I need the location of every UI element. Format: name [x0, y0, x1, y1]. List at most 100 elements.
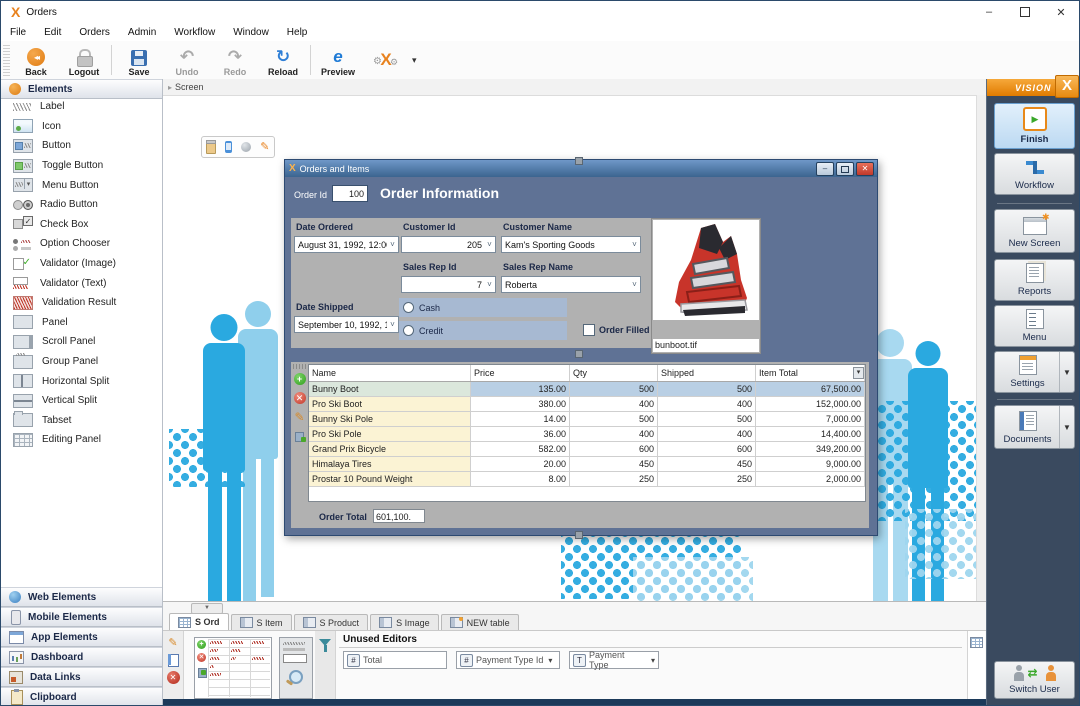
column-header-qty[interactable]: Qty [570, 365, 658, 381]
table-row[interactable]: Pro Ski Boot 380.00 400 400 152,000.00 [309, 397, 865, 412]
table-row[interactable]: Himalaya Tires 20.00 450 450 9,000.00 [309, 457, 865, 472]
minimize-icon[interactable]: – [971, 1, 1007, 23]
table-row[interactable]: Pro Ski Pole 36.00 400 400 14,400.00 [309, 427, 865, 442]
column-header-name[interactable]: Name [309, 365, 471, 381]
settings-button[interactable]: Settings ▼ [994, 351, 1075, 393]
table-row[interactable]: Bunny Ski Pole 14.00 500 500 7,000.00 [309, 412, 865, 427]
dashboard-header[interactable]: Dashboard [1, 647, 162, 667]
delete-row-icon[interactable]: ✕ [294, 392, 306, 404]
add-row-icon[interactable]: + [294, 373, 306, 385]
dialog-close-icon[interactable]: ✕ [856, 162, 874, 176]
palette-item-group-panel[interactable]: Group Panel [1, 352, 162, 372]
palette-item-validator-text[interactable]: Validator (Text) [1, 273, 162, 293]
toolbar-dropdown-caret-icon[interactable]: ▾ [412, 55, 417, 66]
selection-handle[interactable] [575, 350, 583, 358]
palette-item-radio-button[interactable]: Radio Button [1, 195, 162, 215]
order-id-field[interactable]: 100 [332, 185, 368, 202]
palette-item-label[interactable]: Label [1, 97, 162, 117]
sales-rep-id-combo[interactable]: 7˅ [401, 276, 496, 293]
palette-item-check-box[interactable]: Check Box [1, 215, 162, 235]
switch-user-button[interactable]: ⇄ Switch User [994, 661, 1075, 699]
filter-funnel-icon[interactable] [319, 639, 331, 646]
tab-s-ord[interactable]: S Ord [169, 613, 229, 630]
customer-id-combo[interactable]: 205˅ [401, 236, 496, 253]
edit-row-pencil-icon[interactable]: ✎ [294, 411, 306, 423]
paste-row-icon[interactable] [294, 430, 306, 442]
unused-editor-payment-type[interactable]: T Payment Type ▾ [569, 651, 659, 669]
new-screen-button[interactable]: New Screen [994, 209, 1075, 253]
app-elements-header[interactable]: App Elements [1, 627, 162, 647]
menu-edit[interactable]: Edit [35, 27, 70, 38]
preview-button[interactable]: e Preview [314, 41, 362, 79]
close-icon[interactable]: ✕ [1043, 1, 1079, 23]
palette-item-menu-button[interactable]: Menu Button [1, 175, 162, 195]
table-structure-thumbnail[interactable]: + ✕ [194, 637, 272, 699]
tab-s-image[interactable]: S Image [370, 614, 439, 630]
desktop-device-icon[interactable] [206, 141, 216, 154]
maximize-icon[interactable] [1007, 1, 1043, 23]
logout-button[interactable]: Logout [60, 41, 108, 79]
palette-item-tabset[interactable]: Tabset [1, 411, 162, 431]
menu-admin[interactable]: Admin [119, 27, 165, 38]
customer-name-combo[interactable]: Kam's Sporting Goods˅ [501, 236, 641, 253]
elements-panel-header[interactable]: Elements [1, 79, 162, 99]
reload-button[interactable]: ↻ Reload [259, 41, 307, 79]
data-links-header[interactable]: Data Links [1, 667, 162, 687]
palette-item-validator-image[interactable]: Validator (Image) [1, 254, 162, 274]
palette-item-scroll-panel[interactable]: Scroll Panel [1, 332, 162, 352]
undo-button[interactable]: ↶ Undo [163, 41, 211, 79]
table-row[interactable]: Grand Prix Bicycle 582.00 600 600 349,20… [309, 442, 865, 457]
reports-button[interactable]: Reports [994, 259, 1075, 301]
palette-item-button[interactable]: Button [1, 136, 162, 156]
run-app-button[interactable]: X [362, 41, 410, 79]
delete-icon[interactable]: ✕ [167, 671, 180, 684]
documents-button[interactable]: Documents ▼ [994, 405, 1075, 449]
menu-button[interactable]: Menu [994, 305, 1075, 347]
selection-handle[interactable] [575, 157, 583, 165]
table-row[interactable]: Prostar 10 Pound Weight 8.00 250 250 2,0… [309, 472, 865, 487]
date-shipped-combo[interactable]: September 10, 1992, 1˅ [294, 316, 399, 333]
menu-file[interactable]: File [1, 27, 35, 38]
vision-x-logo-icon[interactable]: X [1055, 75, 1079, 98]
edit-pencil-icon[interactable]: ✎ [166, 635, 180, 649]
save-button[interactable]: Save [115, 41, 163, 79]
column-header-price[interactable]: Price [471, 365, 570, 381]
palette-item-vertical-split[interactable]: Vertical Split [1, 391, 162, 411]
mobile-elements-header[interactable]: Mobile Elements [1, 607, 162, 627]
unused-editor-payment-type-id[interactable]: # Payment Type Id ▾ [456, 651, 560, 669]
tab-new-table[interactable]: NEW table [441, 614, 519, 630]
order-total-field[interactable]: 601,100. [373, 509, 425, 523]
web-device-icon[interactable] [241, 142, 251, 152]
edit-pencil-icon[interactable]: ✎ [260, 142, 269, 152]
column-header-shipped[interactable]: Shipped [658, 365, 756, 381]
workflow-button[interactable]: Workflow [994, 153, 1075, 195]
table-grid-icon[interactable] [970, 637, 983, 648]
menu-help[interactable]: Help [278, 27, 317, 38]
credit-radio[interactable] [403, 325, 414, 336]
palette-item-icon[interactable]: Icon [1, 117, 162, 137]
dialog-minimize-icon[interactable]: – [816, 162, 834, 176]
palette-item-validation-result[interactable]: Validation Result [1, 293, 162, 313]
settings-caret-icon[interactable]: ▼ [1059, 352, 1074, 392]
menu-workflow[interactable]: Workflow [165, 27, 224, 38]
unused-editor-total[interactable]: # Total [343, 651, 447, 669]
web-elements-header[interactable]: Web Elements [1, 587, 162, 607]
documents-caret-icon[interactable]: ▼ [1059, 406, 1074, 448]
column-header-item-total[interactable]: Item Total [756, 365, 865, 381]
back-button[interactable]: ◂◂ Back [12, 41, 60, 79]
selection-handle[interactable] [575, 531, 583, 539]
palette-item-option-chooser[interactable]: Option Chooser [1, 234, 162, 254]
palette-item-panel[interactable]: Panel [1, 313, 162, 333]
canvas-scrollbar[interactable] [976, 95, 986, 601]
notebook-icon[interactable] [166, 653, 180, 667]
menu-orders[interactable]: Orders [70, 27, 119, 38]
tab-s-item[interactable]: S Item [231, 614, 292, 630]
date-ordered-combo[interactable]: August 31, 1992, 12:00˅ [294, 236, 399, 253]
finish-button[interactable]: Finish [994, 103, 1075, 149]
sales-rep-name-combo[interactable]: Roberta˅ [501, 276, 641, 293]
palette-item-toggle-button[interactable]: Toggle Button [1, 156, 162, 176]
row-dropdown-caret-icon[interactable]: ▾ [853, 367, 864, 379]
table-row[interactable]: Bunny Boot▾ 135.00 500 500 67,500.00 [309, 382, 865, 397]
redo-button[interactable]: ↷ Redo [211, 41, 259, 79]
palette-item-editing-panel[interactable]: Editing Panel [1, 430, 162, 450]
